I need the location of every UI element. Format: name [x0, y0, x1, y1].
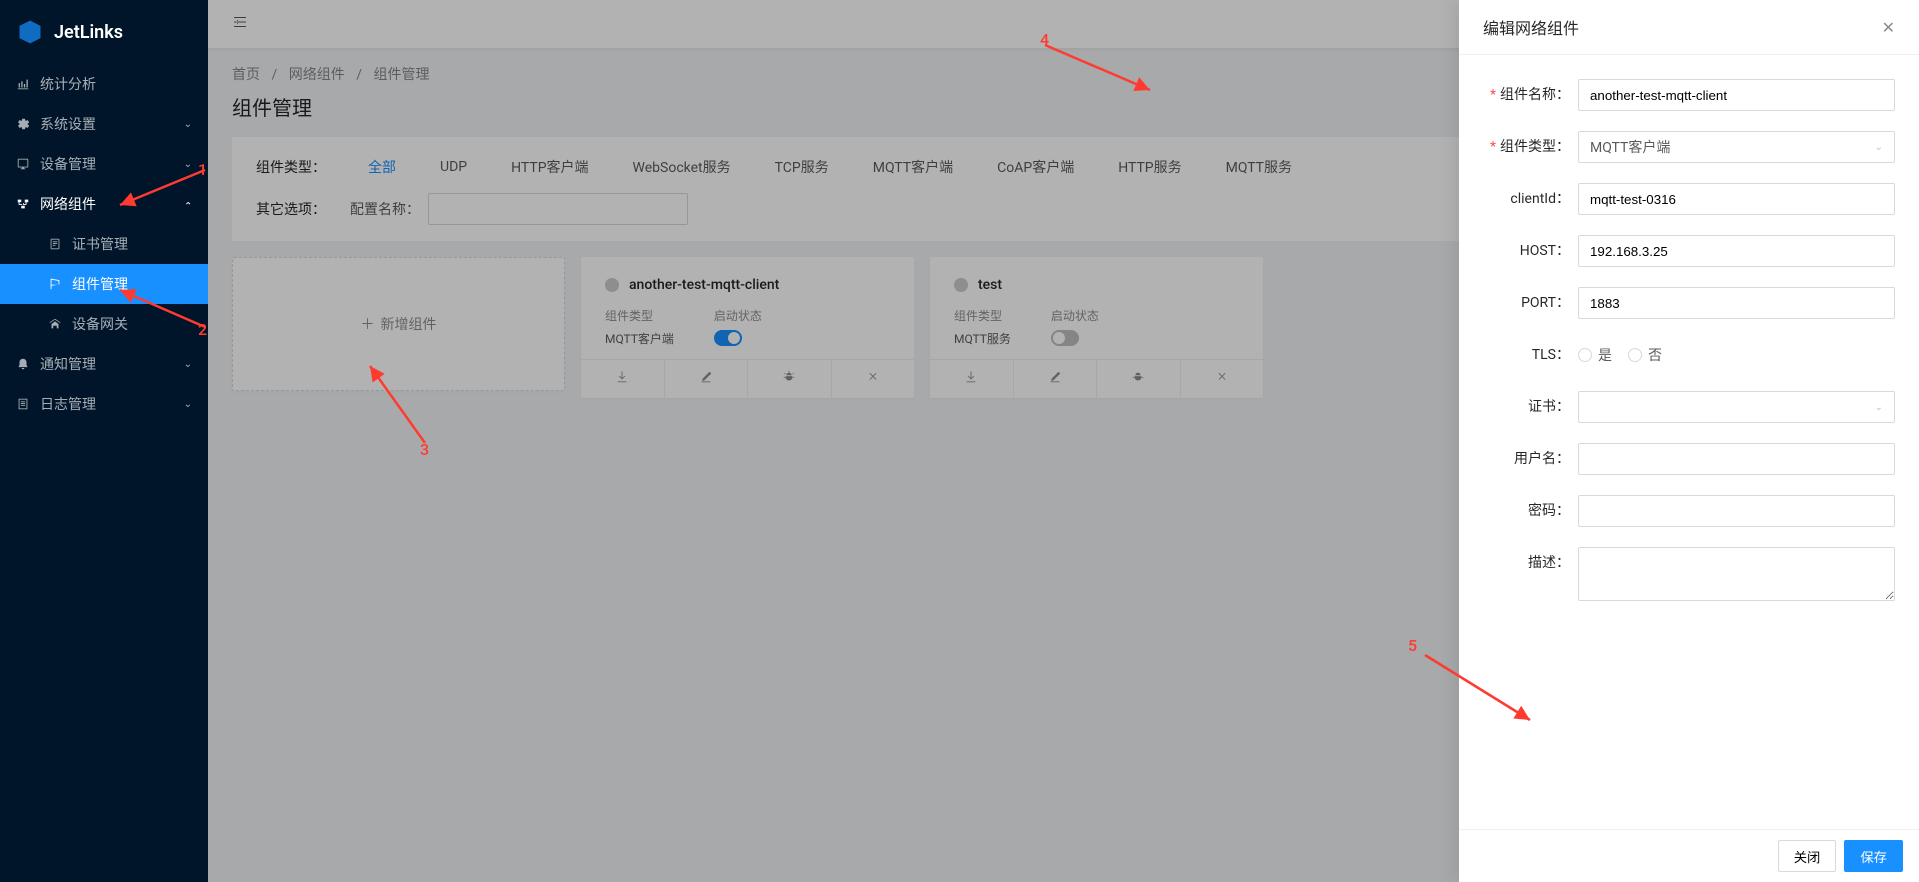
logo-text: JetLinks: [54, 22, 123, 43]
form-label-host: HOST：: [1520, 243, 1570, 259]
form-label-port: PORT：: [1521, 295, 1570, 311]
sidebar-item-label: 统计分析: [40, 74, 96, 94]
form-label-tls: TLS：: [1532, 347, 1570, 363]
sidebar-item-label: 系统设置: [40, 114, 96, 134]
logo-icon: [16, 18, 44, 46]
close-button[interactable]: 关闭: [1778, 840, 1837, 872]
sidebar-item-label: 网络组件: [40, 194, 96, 214]
host-input[interactable]: [1578, 235, 1895, 267]
chevron-down-icon: ⌄: [184, 119, 192, 130]
description-textarea[interactable]: [1578, 547, 1895, 601]
sidebar-item-label: 设备网关: [72, 314, 128, 334]
sidebar-item-cert[interactable]: 证书管理: [0, 224, 208, 264]
flag-icon: [48, 277, 62, 291]
sidebar-item-label: 组件管理: [72, 274, 128, 294]
gateway-icon: [48, 317, 62, 331]
chevron-up-icon: ⌄: [184, 199, 192, 210]
sidebar-item-component[interactable]: 组件管理: [0, 264, 208, 304]
sidebar-item-system[interactable]: 系统设置 ⌄: [0, 104, 208, 144]
drawer-title: 编辑网络组件: [1483, 15, 1579, 39]
form-label-name: 组件名称：: [1500, 87, 1570, 103]
sidebar-item-gateway[interactable]: 设备网关: [0, 304, 208, 344]
username-input[interactable]: [1578, 443, 1895, 475]
form-label-desc: 描述：: [1528, 555, 1570, 571]
form-label-type: 组件类型：: [1500, 139, 1570, 155]
main-menu: 统计分析 系统设置 ⌄ 设备管理 ⌄ 网络组件 ⌄ 证书管理: [0, 64, 208, 424]
clientid-input[interactable]: [1578, 183, 1895, 215]
chart-icon: [16, 77, 30, 91]
sidebar-item-log[interactable]: 日志管理 ⌄: [0, 384, 208, 424]
tls-no-radio[interactable]: 否: [1628, 345, 1662, 365]
chevron-down-icon: ⌄: [1875, 402, 1883, 413]
form-label-cert: 证书：: [1528, 399, 1570, 415]
radio-icon: [1578, 348, 1592, 362]
form-label-clientid: clientId：: [1510, 191, 1570, 207]
drawer-body: *组件名称： *组件类型： MQTT客户端 ⌄ clientId： HOST： …: [1459, 55, 1919, 829]
file-icon: [48, 237, 62, 251]
chevron-down-icon: ⌄: [184, 359, 192, 370]
port-input[interactable]: [1578, 287, 1895, 319]
password-input[interactable]: [1578, 495, 1895, 527]
sidebar-item-network[interactable]: 网络组件 ⌄: [0, 184, 208, 224]
type-select[interactable]: MQTT客户端 ⌄: [1578, 131, 1895, 163]
log-icon: [16, 397, 30, 411]
sidebar-item-label: 日志管理: [40, 394, 96, 414]
name-input[interactable]: [1578, 79, 1895, 111]
sidebar-item-device[interactable]: 设备管理 ⌄: [0, 144, 208, 184]
sidebar-item-label: 设备管理: [40, 154, 96, 174]
drawer-footer: 关闭 保存: [1459, 829, 1919, 882]
gear-icon: [16, 117, 30, 131]
save-button[interactable]: 保存: [1844, 840, 1903, 872]
drawer: 编辑网络组件 ✕ *组件名称： *组件类型： MQTT客户端 ⌄ clientI…: [1459, 0, 1919, 882]
chevron-down-icon: ⌄: [184, 399, 192, 410]
sidebar-item-notify[interactable]: 通知管理 ⌄: [0, 344, 208, 384]
sidebar-item-label: 证书管理: [72, 234, 128, 254]
logo[interactable]: JetLinks: [0, 0, 208, 64]
sidebar: JetLinks 统计分析 系统设置 ⌄ 设备管理 ⌄ 网络组件 ⌄: [0, 0, 208, 882]
sidebar-item-label: 通知管理: [40, 354, 96, 374]
device-icon: [16, 157, 30, 171]
drawer-header: 编辑网络组件 ✕: [1459, 0, 1919, 55]
radio-icon: [1628, 348, 1642, 362]
close-icon[interactable]: ✕: [1882, 18, 1895, 37]
cert-select[interactable]: ⌄: [1578, 391, 1895, 423]
tls-yes-radio[interactable]: 是: [1578, 345, 1612, 365]
sidebar-item-analytics[interactable]: 统计分析: [0, 64, 208, 104]
network-icon: [16, 197, 30, 211]
select-value: MQTT客户端: [1590, 137, 1670, 157]
form-label-pwd: 密码：: [1528, 503, 1570, 519]
chevron-down-icon: ⌄: [1875, 142, 1883, 153]
chevron-down-icon: ⌄: [184, 159, 192, 170]
form-label-user: 用户名：: [1514, 451, 1570, 467]
bell-icon: [16, 357, 30, 371]
